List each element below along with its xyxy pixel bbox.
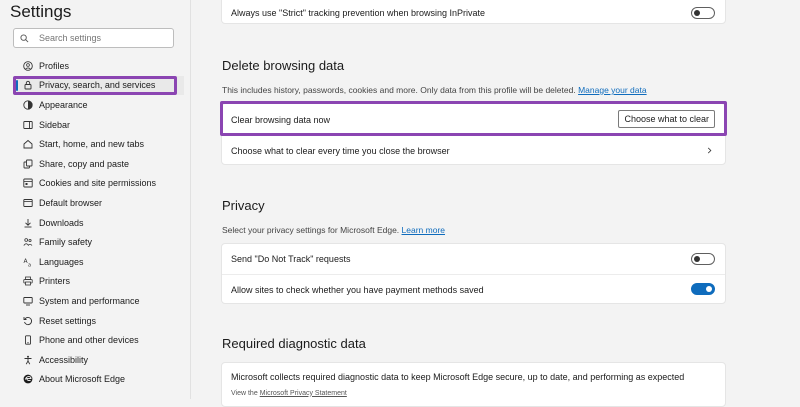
family-icon [22, 237, 33, 248]
settings-sidebar: Settings Profiles Privacy, search, and s… [0, 0, 191, 399]
reset-icon [22, 315, 33, 326]
sidebar-item-label: Sidebar [39, 119, 71, 130]
search-box[interactable] [13, 28, 174, 48]
sidebar-item-label: Languages [39, 256, 84, 267]
sidebar-item-cookies[interactable]: Cookies and site permissions [14, 174, 184, 194]
diagnostic-card: Microsoft collects required diagnostic d… [221, 362, 726, 407]
sidebar-item-printers[interactable]: Printers [14, 272, 184, 292]
sidebar-item-about[interactable]: About Microsoft Edge [14, 370, 184, 390]
privacy-card: Send "Do Not Track" requests Allow sites… [221, 243, 726, 304]
sidebar-item-appearance[interactable]: Appearance [14, 95, 184, 115]
search-icon [20, 33, 29, 42]
view-prefix: View the [231, 389, 258, 397]
choose-what-to-clear-button[interactable]: Choose what to clear [618, 110, 715, 128]
settings-main: Always use "Strict" tracking prevention … [191, 0, 800, 407]
share-icon [22, 158, 33, 169]
clear-on-close-label: Choose what to clear every time you clos… [231, 145, 450, 156]
chevron-right-icon [707, 147, 712, 154]
profile-icon [22, 60, 33, 71]
download-icon [22, 217, 33, 228]
sidebar-item-label: Phone and other devices [39, 335, 139, 346]
payment-row: Allow sites to check whether you have pa… [222, 275, 725, 304]
search-input[interactable] [39, 33, 159, 43]
sidebar-item-label: Share, copy and paste [39, 158, 130, 169]
toggle-knob [694, 10, 700, 16]
privacy-description: Select your privacy settings for Microso… [222, 225, 445, 235]
sidebar-item-default-browser[interactable]: Default browser [14, 193, 184, 213]
sidebar-nav: Profiles Privacy, search, and services A… [13, 56, 184, 390]
accessibility-icon [22, 354, 33, 365]
sidebar-item-label: Accessibility [39, 354, 89, 365]
sidebar-item-label: Downloads [39, 217, 84, 228]
printer-icon [22, 276, 33, 287]
settings-title: Settings [10, 2, 72, 21]
sidebar-item-phone[interactable]: Phone and other devices [14, 330, 184, 350]
lock-icon [22, 80, 33, 91]
sidebar-item-languages[interactable]: Aa Languages [14, 252, 184, 272]
clear-on-close-row[interactable]: Choose what to clear every time you clos… [222, 136, 725, 165]
manage-data-link[interactable]: Manage your data [578, 85, 647, 95]
sidebar-item-reset[interactable]: Reset settings [14, 311, 184, 331]
clear-now-label: Clear browsing data now [231, 114, 331, 125]
sidebar-item-label: Start, home, and new tabs [39, 139, 145, 150]
sidebar-item-profiles[interactable]: Profiles [14, 56, 184, 76]
tracking-card: Always use "Strict" tracking prevention … [221, 0, 726, 24]
sidebar-item-label: System and performance [39, 295, 140, 306]
appearance-icon [22, 99, 33, 110]
toggle-knob [694, 256, 700, 262]
browser-icon [22, 197, 33, 208]
system-icon [22, 295, 33, 306]
toggle-knob [706, 286, 712, 292]
sidebar-item-label: Default browser [39, 197, 103, 208]
delete-data-title: Delete browsing data [222, 58, 345, 73]
sidebar-item-label: Appearance [39, 99, 88, 110]
sidebar-item-start-home[interactable]: Start, home, and new tabs [14, 134, 184, 154]
tracking-toggle[interactable] [691, 7, 715, 19]
sidebar-item-downloads[interactable]: Downloads [14, 213, 184, 233]
learn-more-link[interactable]: Learn more [402, 225, 445, 235]
clear-now-row: Clear browsing data now Choose what to c… [222, 104, 725, 135]
sidebar-item-family-safety[interactable]: Family safety [14, 232, 184, 252]
payment-toggle[interactable] [691, 283, 715, 295]
diagnostic-description: Microsoft collects required diagnostic d… [231, 372, 685, 382]
cookies-icon [22, 178, 33, 189]
edge-icon [22, 374, 33, 385]
sidebar-item-accessibility[interactable]: Accessibility [14, 350, 184, 370]
sidebar-item-sidebar[interactable]: Sidebar [14, 115, 184, 135]
sidebar-icon [22, 119, 33, 130]
dnt-toggle[interactable] [691, 253, 715, 265]
dnt-label: Send "Do Not Track" requests [231, 254, 351, 264]
privacy-text: Select your privacy settings for Microso… [222, 225, 400, 235]
tracking-label: Always use "Strict" tracking prevention … [231, 8, 486, 18]
sidebar-item-label: Family safety [39, 237, 93, 248]
tracking-row: Always use "Strict" tracking prevention … [222, 1, 725, 25]
sidebar-item-privacy[interactable]: Privacy, search, and services [13, 75, 184, 96]
privacy-title: Privacy [222, 198, 265, 213]
sidebar-item-label: Printers [39, 276, 71, 287]
sidebar-item-label: About Microsoft Edge [39, 374, 126, 385]
sidebar-item-share[interactable]: Share, copy and paste [14, 154, 184, 174]
privacy-statement-link[interactable]: Microsoft Privacy Statement [260, 390, 347, 397]
diagnostic-title: Required diagnostic data [222, 336, 366, 351]
delete-data-card: Clear browsing data now Choose what to c… [221, 103, 726, 165]
languages-icon: Aa [22, 256, 33, 267]
sidebar-item-label: Privacy, search, and services [39, 80, 156, 91]
home-icon [22, 139, 33, 150]
diagnostic-link-row: View the Microsoft Privacy Statement [222, 387, 725, 399]
dnt-row: Send "Do Not Track" requests [222, 244, 725, 274]
phone-icon [22, 335, 33, 346]
sidebar-item-label: Cookies and site permissions [39, 178, 157, 189]
delete-data-text: This includes history, passwords, cookie… [222, 85, 576, 95]
svg-text:a: a [28, 262, 31, 267]
diagnostic-row: Microsoft collects required diagnostic d… [222, 370, 725, 384]
sidebar-item-label: Profiles [39, 60, 70, 71]
sidebar-item-system[interactable]: System and performance [14, 291, 184, 311]
delete-data-description: This includes history, passwords, cookie… [222, 85, 647, 95]
sidebar-item-label: Reset settings [39, 315, 97, 326]
payment-label: Allow sites to check whether you have pa… [231, 284, 484, 295]
